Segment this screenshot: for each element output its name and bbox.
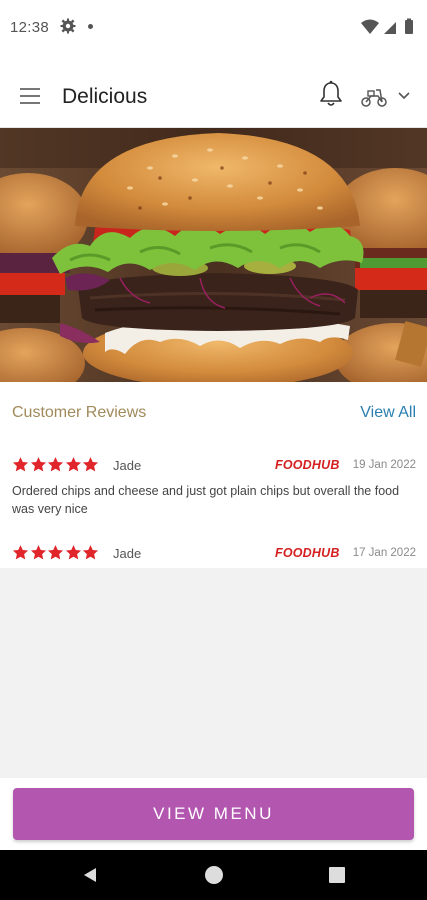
foodhub-logo: FOODHUB [275, 546, 340, 560]
star-icon [12, 545, 29, 560]
dot-icon [88, 24, 93, 29]
home-icon[interactable] [205, 866, 223, 884]
customer-reviews-section: Customer Reviews View All Jade FOODHUB 1… [0, 382, 427, 568]
battery-icon [405, 18, 413, 34]
content-background [0, 568, 427, 778]
star-icon [65, 457, 81, 472]
review-date: 19 Jan 2022 [352, 459, 416, 471]
review-date: 17 Jan 2022 [352, 547, 416, 559]
hero-burger-image [0, 128, 427, 382]
star-icon [82, 545, 99, 560]
burger-photo [0, 128, 427, 382]
back-icon[interactable] [82, 867, 98, 883]
page-title: Delicious [62, 85, 148, 108]
view-all-link[interactable]: View All [360, 404, 416, 422]
star-rating [12, 456, 100, 474]
reviewer-name: Jade [113, 546, 142, 561]
system-status-icons [361, 18, 413, 34]
review-item: Jade FOODHUB 17 Jan 2022 [12, 544, 416, 566]
star-icon [12, 457, 29, 472]
app-bar: Delicious [0, 56, 427, 128]
star-icon [30, 457, 46, 472]
star-icon [65, 545, 81, 560]
recents-icon[interactable] [329, 867, 345, 883]
foodhub-logo: FOODHUB [275, 458, 340, 472]
reviews-title: Customer Reviews [12, 404, 147, 421]
review-text: Ordered chips and cheese and just got pl… [12, 484, 400, 516]
review-item: Jade FOODHUB 19 Jan 2022 Ordered chips a… [12, 456, 416, 516]
status-bar: 12:38 [0, 0, 427, 56]
system-navigation-bar [0, 850, 427, 900]
bell-icon[interactable] [318, 80, 344, 108]
status-time: 12:38 [10, 19, 50, 36]
chevron-down-icon[interactable] [398, 92, 410, 100]
reviewer-name: Jade [113, 458, 142, 473]
star-rating [12, 544, 100, 562]
star-icon [30, 545, 46, 560]
gear-icon [60, 18, 76, 34]
bottom-cta-bar: VIEW MENU [0, 778, 427, 850]
star-icon [47, 545, 64, 560]
hamburger-menu-icon[interactable] [20, 88, 42, 104]
scooter-icon[interactable] [360, 86, 388, 108]
signal-icon [384, 22, 396, 34]
star-icon [47, 457, 64, 472]
view-menu-button[interactable]: VIEW MENU [13, 788, 414, 840]
star-icon [82, 457, 99, 472]
wifi-icon [361, 19, 379, 34]
